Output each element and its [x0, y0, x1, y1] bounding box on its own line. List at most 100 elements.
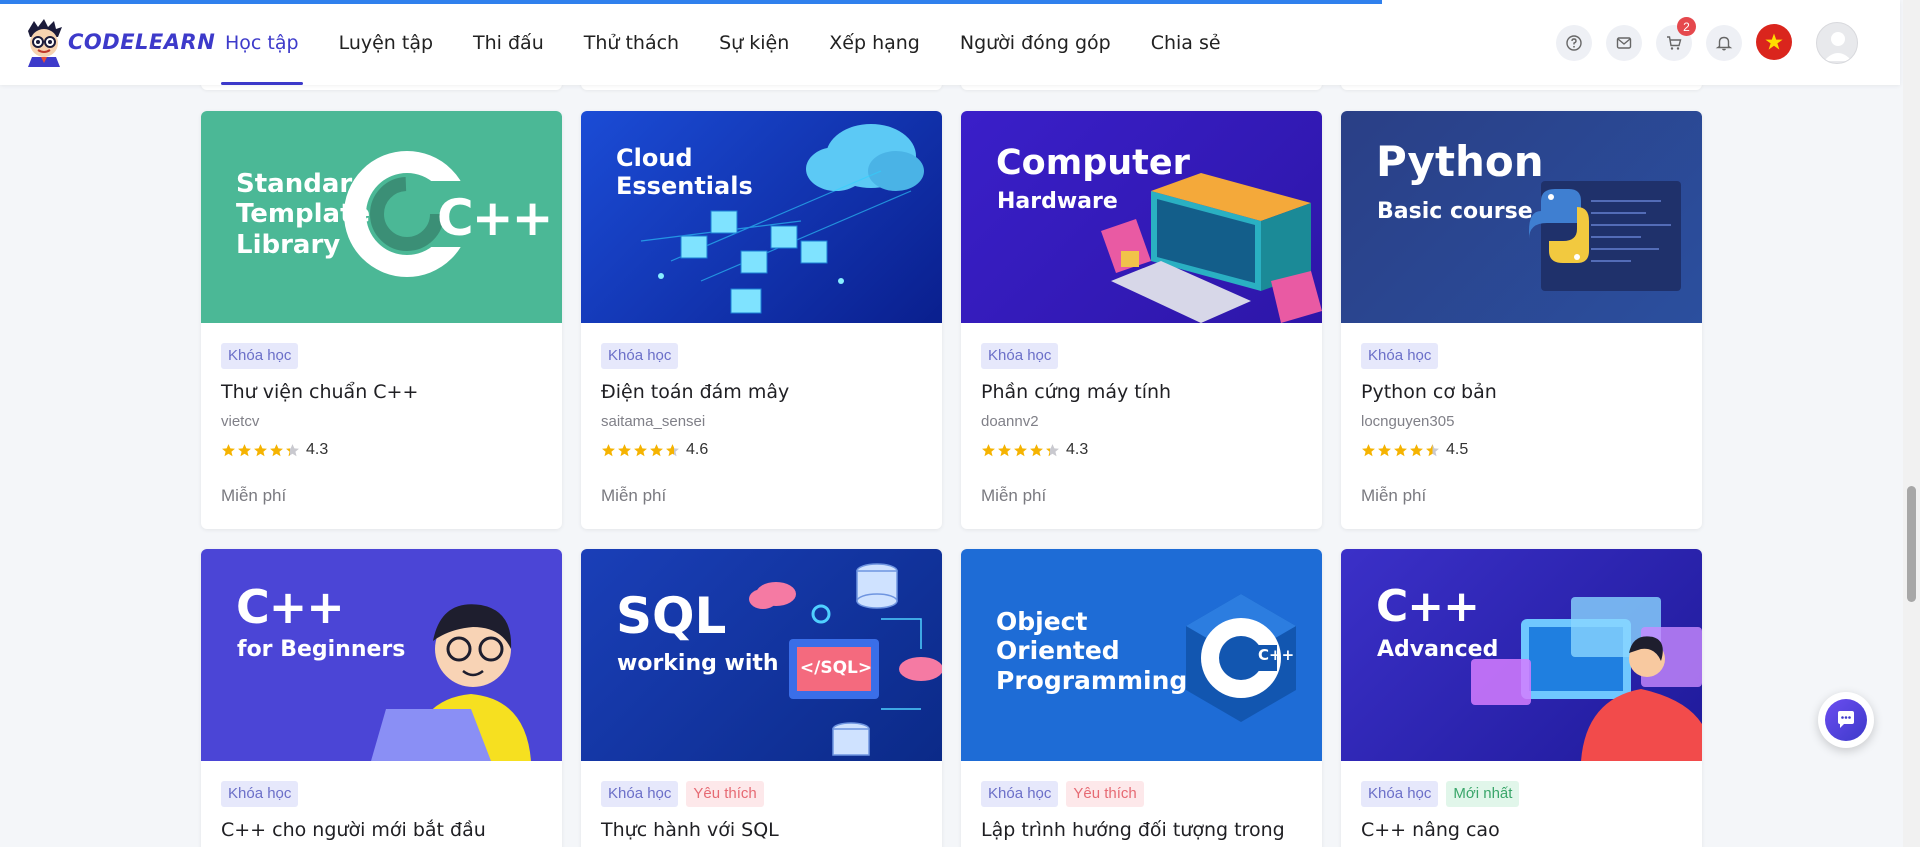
- star-icon: [982, 443, 995, 456]
- nav-luyen-tap[interactable]: Luyện tập: [319, 0, 453, 85]
- star-icon: [1030, 443, 1043, 456]
- help-button[interactable]: [1556, 25, 1592, 61]
- course-author[interactable]: locnguyen305: [1361, 413, 1682, 430]
- course-price: Miễn phí: [601, 486, 667, 505]
- course-author[interactable]: vietcv: [221, 413, 542, 430]
- brand-logo[interactable]: CODELEARN: [22, 16, 215, 68]
- cart-count-badge: 2: [1677, 17, 1696, 36]
- rating-stars: [601, 443, 680, 458]
- rating-value: 4.3: [1066, 441, 1089, 458]
- cart-icon: [1667, 36, 1682, 50]
- main-nav: Học tập Luyện tập Thi đấu Thử thách Sự k…: [205, 0, 1241, 85]
- messages-button[interactable]: [1606, 25, 1642, 61]
- thumb-subtitle: for Beginners: [237, 637, 406, 662]
- notifications-button[interactable]: [1706, 25, 1742, 61]
- thumb-logo-text: C++: [1258, 646, 1295, 664]
- thumb-title: Cloud Essentials: [616, 144, 753, 201]
- thumb-subtitle: Hardware: [997, 189, 1118, 214]
- tag-favorite: Yêu thích: [686, 781, 764, 807]
- course-author[interactable]: doannv2: [981, 413, 1302, 430]
- star-icon: [602, 443, 615, 456]
- tag-course: Khóa học: [601, 343, 679, 369]
- vietnam-flag-icon: [1765, 33, 1783, 50]
- cart-button[interactable]: 2: [1656, 17, 1696, 61]
- star-icon: [666, 443, 679, 456]
- star-icon: [1426, 443, 1439, 456]
- nav-nguoi-dong-gop[interactable]: Người đóng góp: [940, 0, 1131, 85]
- star-icon: [634, 443, 647, 456]
- chat-icon: [1838, 711, 1854, 728]
- course-card[interactable]: Computer Hardware Khóa học Phần cứng máy…: [961, 111, 1322, 529]
- course-card[interactable]: Cloud Essentials Khóa học Điện toán đám …: [581, 111, 942, 529]
- tag-course: Khóa học: [1361, 343, 1439, 369]
- nav-chia-se[interactable]: Chia sẻ: [1131, 0, 1241, 85]
- course-author[interactable]: saitama_sensei: [601, 413, 922, 430]
- thumb-title: Python: [1376, 137, 1544, 186]
- thumb-subtitle: Basic course: [1377, 199, 1533, 224]
- star-icon: [1014, 443, 1027, 456]
- star-icon: [286, 443, 299, 456]
- course-thumbnail: Cloud Essentials: [581, 111, 942, 323]
- nav-thu-thach[interactable]: Thử thách: [564, 0, 699, 85]
- rating-value: 4.5: [1446, 441, 1469, 458]
- rating-stars: [221, 443, 300, 458]
- mail-icon: [1616, 37, 1632, 49]
- chat-button[interactable]: [1818, 692, 1874, 748]
- course-price: Miễn phí: [981, 486, 1047, 505]
- header-actions: 2: [1540, 0, 1900, 85]
- star-icon: [238, 443, 251, 456]
- top-navbar: CODELEARN Học tập Luyện tập Thi đấu Thử …: [0, 0, 1900, 85]
- nav-hoc-tap[interactable]: Học tập: [205, 0, 319, 85]
- language-button[interactable]: [1756, 24, 1792, 60]
- thumb-title: Standard Template Library: [236, 169, 371, 260]
- thumb-subtitle: working with: [617, 651, 779, 676]
- course-name[interactable]: Thực hành với SQL: [601, 819, 922, 841]
- course-name[interactable]: C++ nâng cao: [1361, 819, 1682, 841]
- page-scrollbar[interactable]: [1903, 0, 1920, 847]
- course-name[interactable]: C++ cho người mới bắt đầu: [221, 819, 542, 841]
- star-icon: [1362, 443, 1375, 456]
- course-thumbnail: Computer Hardware: [961, 111, 1322, 323]
- course-card[interactable]: C++ Advanced Khóa học Mới nhất C++ nâng …: [1341, 549, 1702, 847]
- course-price: Miễn phí: [1361, 486, 1427, 505]
- thumb-title: C++: [236, 580, 345, 634]
- mascot-logo-icon: [28, 19, 62, 67]
- rating-stars: [981, 443, 1060, 458]
- sql-tag-label: </SQL>: [799, 658, 873, 678]
- user-avatar-icon: [1824, 32, 1852, 61]
- user-avatar[interactable]: [1816, 22, 1858, 64]
- course-card[interactable]: SQL working with </SQL> Khóa học Yêu thí…: [581, 549, 942, 847]
- course-thumbnail: SQL working with </SQL>: [581, 549, 942, 761]
- course-card[interactable]: Standard Template Library C++ Khóa học T…: [201, 111, 562, 529]
- nav-thi-dau[interactable]: Thi đấu: [453, 0, 564, 85]
- course-card[interactable]: Object Oriented Programming C++ Khóa học…: [961, 549, 1322, 847]
- star-icon: [650, 443, 663, 456]
- course-name[interactable]: Thư viện chuẩn C++: [221, 381, 542, 403]
- nav-xep-hang[interactable]: Xếp hạng: [809, 0, 940, 85]
- course-thumbnail: Standard Template Library C++: [201, 111, 562, 323]
- course-price: Miễn phí: [221, 486, 287, 505]
- course-name[interactable]: Phần cứng máy tính: [981, 381, 1302, 403]
- help-icon: [1566, 35, 1582, 51]
- tag-course: Khóa học: [221, 781, 299, 807]
- tag-course: Khóa học: [1361, 781, 1439, 807]
- star-icon: [1046, 443, 1059, 456]
- course-name[interactable]: Lập trình hướng đối tượng trong: [981, 819, 1302, 841]
- tag-course: Khóa học: [981, 343, 1059, 369]
- nav-su-kien[interactable]: Sự kiện: [699, 0, 809, 85]
- rating-value: 4.6: [686, 441, 709, 458]
- cloud-illustration: [640, 124, 924, 314]
- tag-course: Khóa học: [981, 781, 1059, 807]
- course-card[interactable]: Python Basic course Khóa học Python cơ b…: [1341, 111, 1702, 529]
- thumb-title: C++: [1376, 581, 1480, 632]
- course-thumbnail: Object Oriented Programming C++: [961, 549, 1322, 761]
- tag-course: Khóa học: [221, 343, 299, 369]
- star-icon: [254, 443, 267, 456]
- scrollbar-thumb[interactable]: [1907, 486, 1916, 602]
- course-card[interactable]: C++ for Beginners Khóa học C++ cho người…: [201, 549, 562, 847]
- course-name[interactable]: Python cơ bản: [1361, 381, 1682, 403]
- rating-stars: [1361, 443, 1440, 458]
- thumb-title: SQL: [616, 587, 727, 645]
- course-name[interactable]: Điện toán đám mây: [601, 381, 922, 403]
- thumb-subtitle: Advanced: [1377, 637, 1499, 662]
